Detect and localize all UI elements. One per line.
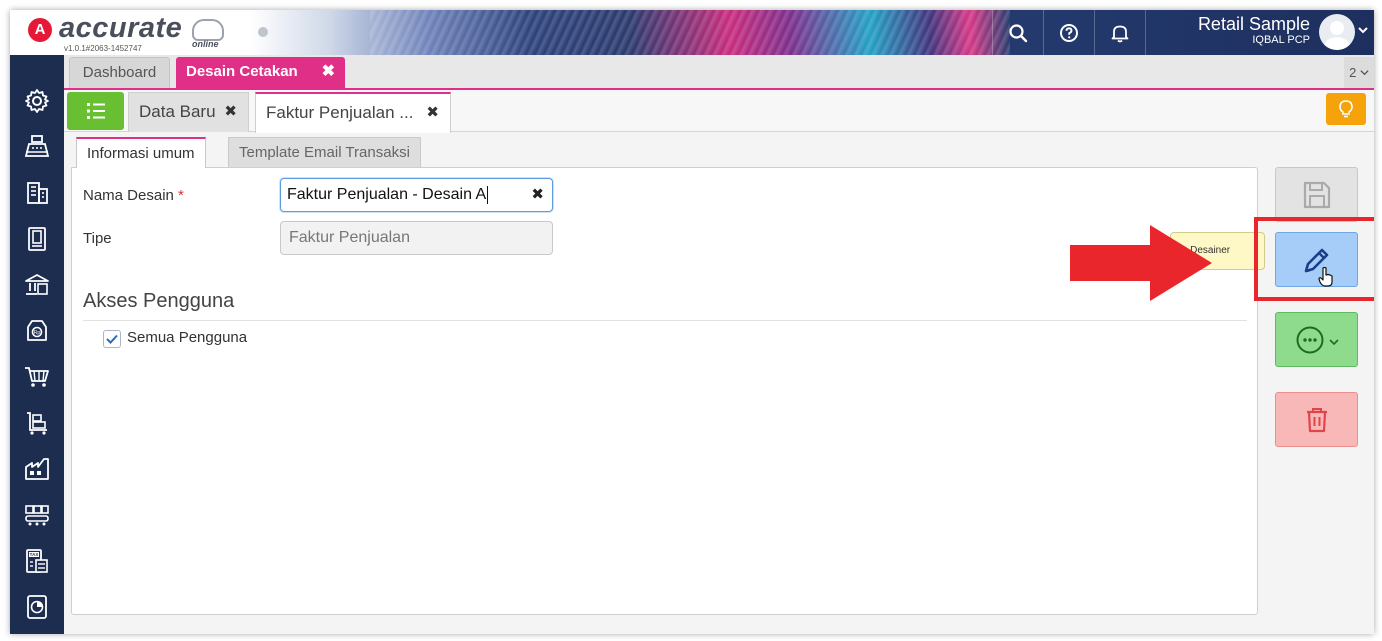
help-icon (1059, 23, 1078, 42)
document-tab-bar: Data Baru ✖ Faktur Penjualan ... ✖ (64, 90, 1374, 133)
notification-button[interactable] (1094, 10, 1144, 55)
tab-data-baru[interactable]: Data Baru ✖ (128, 92, 249, 132)
manufacturing-icon (25, 505, 49, 526)
user-info[interactable]: Retail Sample IQBAL PCP (1160, 14, 1310, 46)
receivable-tag-icon: Rp (27, 320, 47, 341)
sidebar-item-warehouse[interactable] (21, 453, 53, 485)
more-options-button[interactable] (1275, 312, 1358, 367)
clear-icon[interactable]: ✖ (531, 179, 544, 211)
purchase-cart-icon (25, 367, 49, 387)
accurate-logo-icon: A (28, 18, 52, 42)
chevron-down-icon (1328, 338, 1339, 345)
close-icon[interactable]: ✖ (322, 57, 335, 87)
text-cursor (487, 185, 489, 204)
save-icon (1303, 181, 1330, 208)
sidebar-item-settings[interactable] (21, 85, 53, 117)
chevron-down-icon (1360, 70, 1369, 76)
section-title-akses: Akses Pengguna (83, 290, 235, 312)
open-tabs-count[interactable]: 2 (1344, 57, 1374, 88)
semua-pengguna-label: Semua Pengguna (127, 329, 248, 346)
search-icon (1008, 23, 1027, 42)
tab-desain-cetakan[interactable]: Desain Cetakan ✖ (176, 57, 345, 88)
list-view-button[interactable] (67, 92, 124, 130)
sidebar-item-tax[interactable]: TAX (21, 545, 53, 577)
avatar[interactable] (1319, 14, 1355, 50)
user-name: IQBAL PCP (1252, 34, 1310, 46)
sidebar-item-receivable[interactable]: Rp (21, 315, 53, 347)
nama-desain-label-text: Nama Desain (83, 187, 174, 204)
logo-online-text: online (192, 39, 219, 49)
sidebar-item-ledger[interactable] (21, 223, 53, 255)
save-button[interactable] (1275, 167, 1358, 222)
sidebar-item-purchase[interactable] (21, 361, 53, 393)
sales-register-icon (24, 135, 50, 157)
company-name: Retail Sample (1197, 14, 1310, 34)
semua-pengguna-checkbox[interactable] (103, 330, 121, 348)
sidebar-item-manufacturing[interactable] (21, 499, 53, 531)
svg-text:TAX: TAX (30, 552, 39, 557)
sidebar: Rp TAX (10, 55, 64, 634)
sidebar-item-inventory[interactable] (21, 407, 53, 439)
tab-informasi-umum[interactable]: Informasi umum (76, 137, 206, 168)
svg-text:Rp: Rp (34, 330, 41, 336)
accurate-logo[interactable]: A accurate online v1.0.1#2063-1452747 (24, 12, 244, 53)
bank-icon (25, 274, 49, 295)
cloud-icon (192, 19, 224, 41)
tab-desain-cetakan-label: Desain Cetakan (186, 63, 298, 80)
company-icon (27, 182, 48, 204)
status-dot (258, 27, 268, 37)
module-tab-bar: Dashboard Desain Cetakan ✖ 2 (64, 55, 1374, 90)
list-icon (86, 103, 105, 119)
delete-button[interactable] (1275, 392, 1358, 447)
lightbulb-icon (1339, 100, 1353, 118)
search-button[interactable] (992, 10, 1042, 55)
app-window: A accurate online v1.0.1#2063-1452747 Re… (10, 10, 1374, 634)
section-divider (83, 320, 1247, 321)
report-chart-icon (27, 595, 47, 619)
warehouse-factory-icon (25, 458, 49, 480)
sidebar-item-sales[interactable] (21, 131, 53, 163)
chevron-down-icon[interactable] (1358, 24, 1368, 38)
highlight-box (1254, 217, 1374, 301)
logo-text: accurate (59, 12, 183, 44)
ellipsis-circle-icon (1296, 326, 1323, 353)
tax-icon: TAX (26, 549, 48, 573)
app-version: v1.0.1#2063-1452747 (64, 44, 142, 53)
help-button[interactable] (1043, 10, 1093, 55)
tipe-label: Tipe (83, 230, 112, 247)
sidebar-item-bank[interactable] (21, 269, 53, 301)
bell-icon (1111, 25, 1128, 42)
inventory-trolley-icon (27, 412, 47, 435)
tipe-field: Faktur Penjualan (280, 221, 553, 255)
tab-data-baru-label: Data Baru (139, 102, 216, 121)
sidebar-item-company[interactable] (21, 177, 53, 209)
nama-desain-label: Nama Desain * (83, 187, 184, 204)
close-icon[interactable]: ✖ (224, 93, 237, 131)
top-header: A accurate online v1.0.1#2063-1452747 Re… (10, 10, 1374, 55)
tab-faktur-penjualan-label: Faktur Penjualan ... (266, 103, 414, 122)
settings-icon (25, 89, 49, 113)
header-divider (1145, 10, 1155, 55)
nama-desain-input[interactable]: Faktur Penjualan - Desain A ✖ (280, 178, 553, 212)
tab-faktur-penjualan[interactable]: Faktur Penjualan ... ✖ (255, 92, 451, 133)
trash-icon (1306, 407, 1327, 432)
required-mark: * (178, 187, 184, 204)
open-tabs-count-value: 2 (1349, 65, 1357, 80)
checkmark-icon (106, 334, 118, 344)
header-decoration (370, 10, 1010, 55)
sidebar-item-reports[interactable] (21, 591, 53, 623)
nama-desain-value: Faktur Penjualan - Desain A (287, 186, 487, 203)
tab-dashboard[interactable]: Dashboard (69, 57, 170, 88)
close-icon[interactable]: ✖ (426, 94, 439, 132)
tips-button[interactable] (1326, 93, 1366, 125)
red-arrow-annotation (1070, 225, 1212, 301)
ledger-book-icon (28, 227, 46, 251)
tab-template-email[interactable]: Template Email Transaksi (228, 137, 421, 167)
